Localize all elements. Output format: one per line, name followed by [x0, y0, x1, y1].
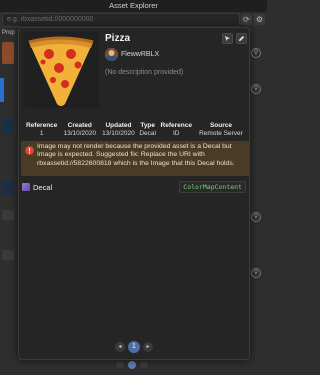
asset-thumbnail — [23, 32, 99, 108]
table-cell: Remote Server — [199, 130, 243, 137]
table-header: Reference — [160, 122, 192, 129]
warning-banner: Image may not render because the provide… — [21, 141, 249, 176]
asset-description: (No description provided) — [105, 69, 184, 76]
pencil-icon[interactable] — [236, 33, 247, 44]
decal-icon — [22, 183, 30, 191]
table-cell: 1 — [39, 130, 44, 137]
table-header: Type — [140, 122, 156, 129]
background-pagination — [116, 361, 148, 369]
background-search-icon[interactable]: ⚲ — [251, 212, 261, 222]
table-cell: Decal — [139, 130, 156, 137]
creator-avatar[interactable] — [105, 48, 118, 61]
background-selection-indicator — [0, 78, 4, 102]
background-thumbnail[interactable] — [2, 118, 14, 134]
warning-text: Image may not render because the provide… — [37, 143, 235, 167]
table-header: Updated — [105, 122, 132, 129]
property-tag: ColorMapContent — [179, 181, 246, 193]
asset-info-table: Reference Created Updated Type Reference… — [23, 122, 247, 137]
background-prev-page-button[interactable] — [116, 361, 124, 369]
table-header: Created — [67, 122, 92, 129]
creator-name[interactable]: FlewwRBLX — [121, 51, 159, 58]
asset-name: Pizza — [105, 33, 131, 44]
background-search-icon[interactable]: ⚲ — [251, 268, 261, 278]
pagination: ◂ 1 ▸ — [115, 341, 153, 353]
table-header: Reference — [25, 122, 58, 129]
current-page-button[interactable]: 1 — [128, 341, 140, 353]
table-cell: 13/10/2020 — [102, 130, 135, 137]
background-current-page-button[interactable] — [128, 361, 136, 369]
background-search-icon[interactable]: ⚲ — [251, 48, 261, 58]
decal-label: Decal — [33, 182, 53, 192]
next-page-button[interactable]: ▸ — [143, 342, 153, 352]
settings-icon[interactable]: ⚙ — [254, 14, 265, 25]
pizza-image — [28, 36, 94, 106]
decal-entry[interactable]: Decal — [22, 182, 52, 192]
background-left-tab[interactable]: Prop — [2, 30, 16, 40]
background-search-input[interactable]: e.g. rbxassetid://000000000 — [2, 13, 240, 27]
table-header: Source — [209, 122, 232, 129]
asset-details-card: Pizza FlewwRBLX (No description provided… — [18, 27, 250, 360]
background-thumbnail[interactable] — [2, 250, 14, 260]
warning-icon — [25, 146, 34, 155]
background-search-icon[interactable]: ⚲ — [251, 84, 261, 94]
table-cell: 13/10/2020 — [63, 130, 97, 137]
table-cell: ID — [173, 130, 180, 137]
background-next-page-button[interactable] — [140, 361, 148, 369]
cursor-icon[interactable] — [222, 33, 233, 44]
refresh-icon[interactable]: ⟳ — [241, 14, 252, 25]
background-thumbnail[interactable] — [2, 210, 14, 220]
window-title: Asset Explorer — [0, 0, 267, 12]
background-thumbnail[interactable] — [2, 180, 14, 196]
background-thumbnail[interactable] — [2, 42, 14, 64]
prev-page-button[interactable]: ◂ — [115, 342, 125, 352]
